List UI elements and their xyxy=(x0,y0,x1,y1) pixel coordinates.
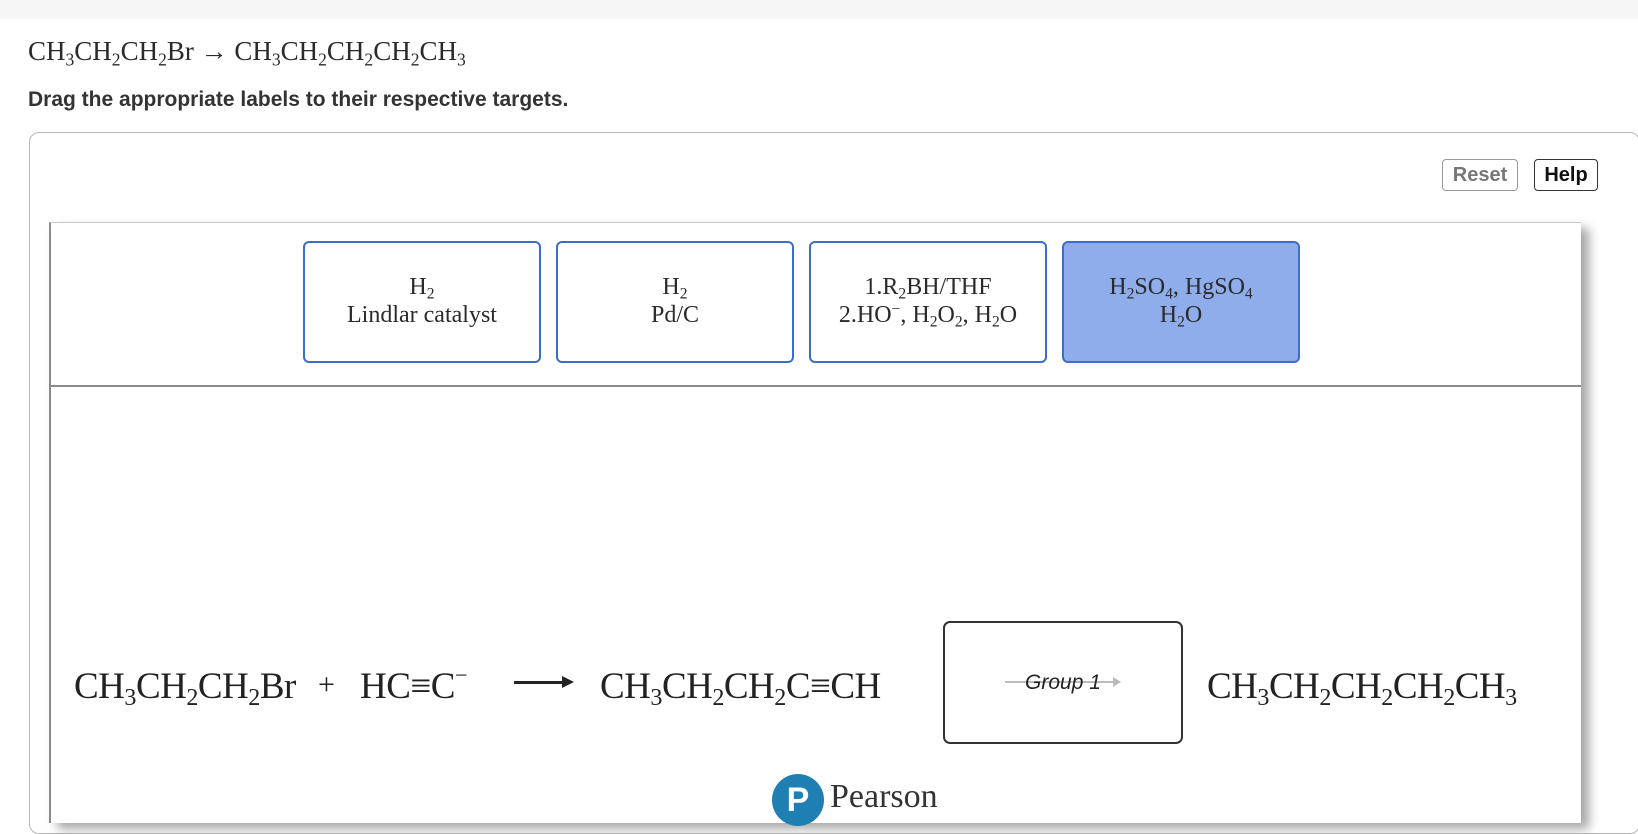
intermediate-pentyne: CH3CH2CH2C≡CH xyxy=(600,666,881,712)
instruction-text: Drag the appropriate labels to their res… xyxy=(28,88,569,111)
target-label: Group 1 xyxy=(1025,670,1101,694)
label-hydration-hgso4[interactable]: H2SO4, HgSO4 H2O xyxy=(1062,241,1300,363)
top-bar xyxy=(0,0,1638,19)
help-button[interactable]: Help xyxy=(1534,159,1598,191)
pearson-logo-icon: P xyxy=(772,774,824,826)
label-h2-lindlar[interactable]: H2 Lindlar catalyst xyxy=(303,241,541,363)
reaction-arrow xyxy=(514,676,574,688)
drop-target-group-1[interactable]: Group 1 xyxy=(943,621,1183,744)
plus-sign: + xyxy=(318,668,335,701)
product-pentane: CH3CH2CH2CH2CH3 xyxy=(1207,666,1517,712)
pearson-brand-text: Pearson xyxy=(830,778,938,815)
reactant-acetylide: HC≡C− xyxy=(360,662,467,707)
label-h2-pdc[interactable]: H2 Pd/C xyxy=(556,241,794,363)
drag-drop-board: H2 Lindlar catalyst H2 Pd/C 1.R2BH/THF 2… xyxy=(49,222,1581,823)
reaction-arrow: → xyxy=(200,36,228,66)
reset-button[interactable]: Reset xyxy=(1442,159,1518,191)
label-tray: H2 Lindlar catalyst H2 Pd/C 1.R2BH/THF 2… xyxy=(51,223,1581,387)
reactant-bromopropane: CH3CH2CH2Br xyxy=(74,666,296,712)
label-hydroboration[interactable]: 1.R2BH/THF 2.HO−, H2O2, H2O xyxy=(809,241,1047,363)
question-equation: CH3CH2CH2Br → CH3CH2CH2CH2CH3 xyxy=(28,36,466,70)
